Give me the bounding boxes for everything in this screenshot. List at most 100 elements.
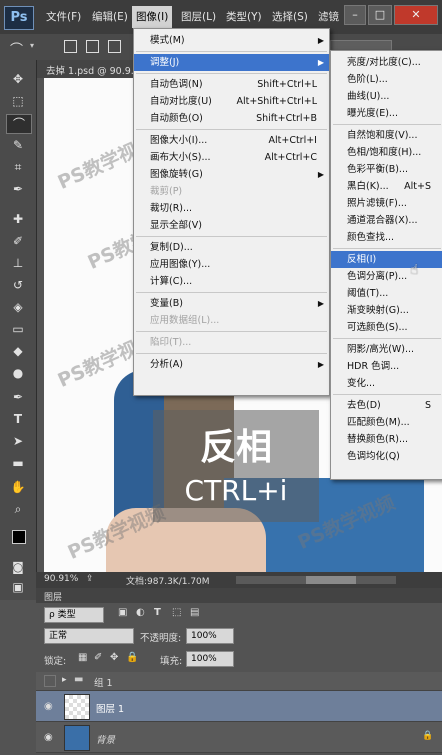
adjust-menu-item[interactable]: 变化... [331, 375, 442, 392]
menu-file[interactable]: 文件(F) [46, 9, 81, 24]
menu-layer[interactable]: 图层(L) [181, 9, 216, 24]
add-selection-icon[interactable] [86, 40, 99, 53]
image-menu-item[interactable]: 自动颜色(O) Shift+Ctrl+B [134, 110, 329, 127]
adjust-menu-item[interactable]: 去色(D) S [331, 397, 442, 414]
type-tool-icon[interactable]: T [6, 410, 30, 428]
adjust-menu-item[interactable]: 曲线(U)... [331, 88, 442, 105]
chevron-down-icon[interactable]: ▾ [30, 41, 34, 50]
adjust-menu-item[interactable]: 阴影/高光(W)... [331, 341, 442, 358]
filter-smart-icon[interactable]: ▤ [190, 607, 199, 618]
minimize-button[interactable]: – [344, 5, 366, 25]
image-menu-item[interactable]: 自动色调(N) Shift+Ctrl+L [134, 76, 329, 93]
brush-tool-icon[interactable]: ✐ [6, 232, 30, 250]
lock-pixels-icon[interactable]: ✐ [94, 652, 102, 663]
image-menu-item[interactable]: 复制(D)... [134, 239, 329, 256]
menu-filter[interactable]: 滤镜 [318, 9, 339, 24]
layer-row-selected[interactable]: ◉ 图层 1 [36, 691, 442, 722]
adjust-menu-item[interactable]: 色彩平衡(B)... [331, 161, 442, 178]
adjust-menu-item[interactable]: 色调分离(P)... [331, 268, 442, 285]
lock-all-icon[interactable]: 🔒 [126, 652, 138, 663]
layers-tab[interactable]: 图层 [44, 590, 62, 603]
export-icon[interactable]: ⇪ [86, 574, 94, 584]
image-menu-item[interactable]: 显示全部(V) [134, 217, 329, 234]
image-menu-item[interactable]: 裁切(R)... [134, 200, 329, 217]
fill-input[interactable]: 100% [186, 651, 234, 667]
image-menu-item[interactable]: 应用图像(Y)... [134, 256, 329, 273]
subtract-selection-icon[interactable] [108, 40, 121, 53]
adjust-menu-item[interactable]: 通道混合器(X)... [331, 212, 442, 229]
horizontal-scrollbar[interactable] [236, 576, 396, 584]
adjust-menu-item[interactable]: 黑白(K)... Alt+S [331, 178, 442, 195]
adjust-menu-item[interactable]: 自然饱和度(V)... [331, 127, 442, 144]
lasso-icon[interactable]: ⌒ [10, 39, 23, 58]
document-tab[interactable]: 去掉 1.psd @ 90.9... [46, 63, 140, 77]
image-menu-item[interactable]: 自动对比度(U) Alt+Shift+Ctrl+L [134, 93, 329, 110]
adjust-menu-item[interactable]: HDR 色调... [331, 358, 442, 375]
eyedropper-icon[interactable]: ✒ [6, 180, 30, 198]
layer-row-background[interactable]: ◉ 背景 🔒 [36, 722, 442, 753]
lasso-tool-icon[interactable]: ⌒ [6, 114, 32, 134]
blur-tool-icon[interactable]: ◆ [6, 342, 30, 360]
pen-tool-icon[interactable]: ✒ [6, 388, 30, 406]
image-menu-item[interactable]: 图像大小(I)... Alt+Ctrl+I [134, 132, 329, 149]
scrollbar-thumb[interactable] [306, 576, 356, 584]
screen-mode-icon[interactable]: ▣ [6, 578, 30, 596]
adjust-menu-item[interactable]: 亮度/对比度(C)... [331, 54, 442, 71]
image-menu-item[interactable]: 变量(B) ▶ [134, 295, 329, 312]
hand-tool-icon[interactable]: ✋ [6, 478, 30, 496]
healing-brush-icon[interactable]: ✚ [6, 210, 30, 228]
layer-name[interactable]: 组 1 [94, 675, 113, 689]
adjust-menu-item[interactable]: 阈值(T)... [331, 285, 442, 302]
visibility-toggle[interactable] [44, 675, 56, 687]
dodge-tool-icon[interactable]: ● [6, 364, 30, 382]
image-menu-item[interactable]: 调整(J) ▶ [134, 54, 329, 71]
image-menu-item[interactable]: 模式(M) ▶ [134, 32, 329, 49]
adjust-menu-item[interactable]: 替换颜色(R)... [331, 431, 442, 448]
adjust-menu-item[interactable]: 色调均化(Q) [331, 448, 442, 465]
expand-triangle-icon[interactable]: ▸ [62, 675, 67, 685]
maximize-button[interactable]: □ [368, 5, 392, 25]
menu-type[interactable]: 类型(Y) [226, 9, 262, 24]
filter-pixel-icon[interactable]: ▣ [118, 607, 127, 618]
eye-icon[interactable]: ◉ [44, 732, 58, 743]
layer-row-group[interactable]: ▸ ▬ 组 1 [36, 672, 442, 691]
clone-stamp-icon[interactable]: ⊥ [6, 254, 30, 272]
image-menu-item[interactable]: 计算(C)... [134, 273, 329, 290]
layer-filter-select[interactable]: ρ 类型 [44, 607, 104, 623]
blend-mode-select[interactable]: 正常 [44, 628, 134, 644]
layer-name[interactable]: 图层 1 [96, 701, 124, 715]
filter-type-icon[interactable]: T [154, 607, 161, 618]
quick-mask-icon[interactable]: ◙ [6, 558, 30, 576]
filter-adjust-icon[interactable]: ◐ [136, 607, 145, 618]
opacity-input[interactable]: 100% [186, 628, 234, 644]
foreground-color-swatch[interactable] [12, 530, 26, 544]
image-menu-item[interactable]: 分析(A) ▶ [134, 356, 329, 373]
adjust-menu-item[interactable]: 色阶(L)... [331, 71, 442, 88]
gradient-tool-icon[interactable]: ▭ [6, 320, 30, 338]
layer-name[interactable]: 背景 [96, 732, 115, 746]
menu-image[interactable]: 图像(I) [132, 6, 173, 28]
adjust-menu-item[interactable]: 色相/饱和度(H)... [331, 144, 442, 161]
menu-edit[interactable]: 编辑(E) [92, 9, 128, 24]
menu-select[interactable]: 选择(S) [272, 9, 308, 24]
adjust-menu-item[interactable]: 照片滤镜(F)... [331, 195, 442, 212]
zoom-level[interactable]: 90.91% [44, 574, 78, 584]
adjust-menu-item[interactable]: 可选颜色(S)... [331, 319, 442, 336]
marquee-tool-icon[interactable]: ⬚ [6, 92, 30, 110]
image-menu-item[interactable]: 图像旋转(G) ▶ [134, 166, 329, 183]
adjust-menu-item[interactable]: 颜色查找... [331, 229, 442, 246]
move-tool-icon[interactable]: ✥ [6, 70, 30, 88]
image-menu-item[interactable]: 画布大小(S)... Alt+Ctrl+C [134, 149, 329, 166]
close-button[interactable]: ✕ [394, 5, 438, 25]
eye-icon[interactable]: ◉ [44, 701, 58, 712]
crop-tool-icon[interactable]: ⌗ [6, 158, 30, 176]
history-brush-icon[interactable]: ↺ [6, 276, 30, 294]
quick-select-icon[interactable]: ✎ [6, 136, 30, 154]
eraser-icon[interactable]: ◈ [6, 298, 30, 316]
lock-position-icon[interactable]: ✥ [110, 652, 118, 663]
adjust-menu-item[interactable]: 反相(I) [331, 251, 442, 268]
adjust-menu-item[interactable]: 曝光度(E)... [331, 105, 442, 122]
zoom-tool-icon[interactable]: ⌕ [6, 500, 30, 518]
new-selection-icon[interactable] [64, 40, 77, 53]
adjust-menu-item[interactable]: 匹配颜色(M)... [331, 414, 442, 431]
